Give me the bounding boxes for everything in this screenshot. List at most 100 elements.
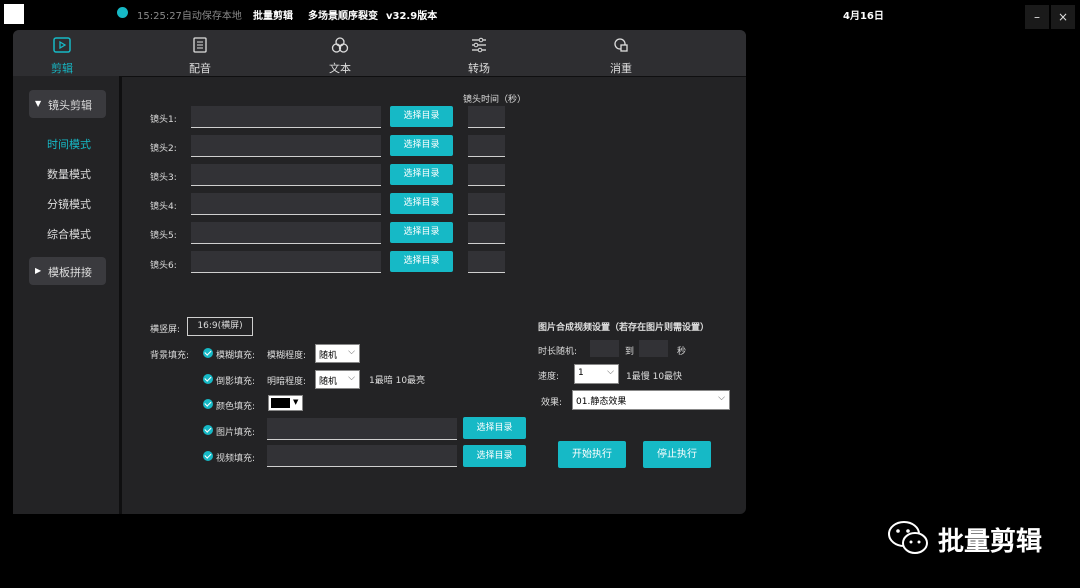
start-button[interactable]: 开始执行 bbox=[558, 441, 626, 468]
chevron-down-icon: ▼ bbox=[293, 398, 299, 406]
shot-path-input-4[interactable] bbox=[191, 193, 381, 215]
shot-label-3: 镜头3: bbox=[150, 173, 177, 183]
section-template-merge[interactable]: ▶ 模板拼接 bbox=[29, 257, 106, 285]
brightness-select[interactable]: 随机 ⌵ bbox=[315, 370, 360, 389]
shot-path-input-6[interactable] bbox=[191, 251, 381, 273]
shape-icon bbox=[614, 38, 628, 52]
duration-to-label: 到 bbox=[625, 347, 635, 357]
shot-label-6: 镜头6: bbox=[150, 261, 177, 271]
shot-path-input-1[interactable] bbox=[191, 106, 381, 128]
video-fill-label: 视频填充: bbox=[216, 454, 256, 464]
shot-label-4: 镜头4: bbox=[150, 202, 177, 212]
speed-label: 速度: bbox=[538, 372, 560, 382]
section-shot-edit[interactable]: ▼ 镜头剪辑 bbox=[29, 90, 106, 118]
shot-path-input-3[interactable] bbox=[191, 164, 381, 186]
effect-select[interactable]: 01.静态效果 ⌵ bbox=[572, 390, 730, 410]
shot-time-input-4[interactable] bbox=[468, 193, 505, 215]
tab-text[interactable]: 文本 bbox=[310, 30, 370, 76]
blur-fill-checkbox[interactable] bbox=[203, 348, 213, 358]
triangle-right-icon: ▶ bbox=[35, 266, 42, 275]
date-label: 4月16日 bbox=[843, 11, 884, 22]
color-fill-label: 颜色填充: bbox=[216, 402, 256, 412]
play-square-icon bbox=[53, 37, 71, 53]
chevron-down-icon: ⌵ bbox=[607, 367, 614, 377]
top-nav: 剪辑 配音 文本 转场 消重 bbox=[13, 30, 746, 76]
shot-label-1: 镜头1: bbox=[150, 115, 177, 125]
tab-label: 文本 bbox=[329, 62, 351, 75]
duration-sec-label: 秒 bbox=[677, 347, 687, 357]
minimize-button[interactable]: – bbox=[1025, 5, 1049, 29]
stop-button[interactable]: 停止执行 bbox=[643, 441, 711, 468]
speed-select[interactable]: 1 ⌵ bbox=[574, 364, 619, 384]
color-fill-checkbox[interactable] bbox=[203, 399, 213, 409]
shot-time-input-5[interactable] bbox=[468, 222, 505, 244]
shot-label-2: 镜头2: bbox=[150, 144, 177, 154]
tab-label: 消重 bbox=[610, 62, 632, 75]
shot-time-header: 镜头时间（秒） bbox=[463, 95, 527, 105]
color-swatch bbox=[271, 398, 290, 408]
shot-path-input-5[interactable] bbox=[191, 222, 381, 244]
shot-time-input-6[interactable] bbox=[468, 251, 505, 273]
shot-time-input-2[interactable] bbox=[468, 135, 505, 157]
speed-hint: 1最慢 10最快 bbox=[626, 372, 683, 382]
color-picker[interactable]: ▼ bbox=[268, 395, 303, 411]
duration-label: 时长随机: bbox=[538, 347, 578, 357]
blur-degree-select[interactable]: 随机 ⌵ bbox=[315, 344, 360, 363]
brightness-hint: 1最暗 10最亮 bbox=[369, 376, 426, 386]
video-fill-checkbox[interactable] bbox=[203, 451, 213, 461]
chevron-down-icon: ⌵ bbox=[348, 347, 355, 357]
sidebar-item-time-mode[interactable]: 时间模式 bbox=[47, 136, 91, 152]
chevron-down-icon: ⌵ bbox=[348, 373, 355, 383]
chevron-down-icon: ⌵ bbox=[718, 393, 725, 403]
image-video-title: 图片合成视频设置（若存在图片则需设置） bbox=[538, 323, 710, 333]
video-fill-path-input[interactable] bbox=[267, 445, 457, 467]
image-fill-checkbox[interactable] bbox=[203, 425, 213, 435]
shot-time-input-3[interactable] bbox=[468, 164, 505, 186]
brightness-label: 明暗程度: bbox=[267, 377, 307, 387]
image-fill-path-input[interactable] bbox=[267, 418, 457, 440]
screen-label: 横竖屏: bbox=[150, 325, 181, 335]
feature-name: 多场景顺序裂变 bbox=[308, 11, 378, 22]
shot-choose-dir-button-6[interactable]: 选择目录 bbox=[390, 251, 453, 272]
select-value: 随机 bbox=[319, 351, 338, 361]
shot-choose-dir-button-4[interactable]: 选择目录 bbox=[390, 193, 453, 214]
tab-transition[interactable]: 转场 bbox=[449, 30, 509, 76]
version-label: v32.9版本 bbox=[386, 11, 438, 22]
shot-path-input-2[interactable] bbox=[191, 135, 381, 157]
tab-edit[interactable]: 剪辑 bbox=[32, 30, 92, 76]
sidebar-item-storyboard-mode[interactable]: 分镜模式 bbox=[47, 196, 91, 212]
tab-label: 剪辑 bbox=[51, 62, 73, 75]
close-button[interactable]: × bbox=[1051, 5, 1075, 29]
effect-label: 效果: bbox=[541, 398, 563, 408]
tab-label: 配音 bbox=[189, 62, 211, 75]
tab-dubbing[interactable]: 配音 bbox=[170, 30, 230, 76]
sidebar-divider bbox=[119, 76, 122, 514]
reflection-fill-label: 倒影填充: bbox=[216, 377, 256, 387]
document-icon bbox=[193, 37, 207, 53]
save-status-text: 15:25:27自动保存本地 bbox=[137, 11, 242, 22]
screen-select[interactable]: 16:9(横屏) bbox=[187, 317, 253, 336]
triangle-down-icon: ▼ bbox=[35, 99, 42, 108]
select-value: 01.静态效果 bbox=[576, 397, 627, 407]
duration-from-input[interactable] bbox=[590, 340, 619, 357]
nav-divider bbox=[122, 76, 746, 77]
shot-choose-dir-button-5[interactable]: 选择目录 bbox=[390, 222, 453, 243]
tab-dedupe[interactable]: 消重 bbox=[591, 30, 651, 76]
sidebar-item-combined-mode[interactable]: 综合模式 bbox=[47, 226, 91, 242]
sidebar-item-count-mode[interactable]: 数量模式 bbox=[47, 166, 91, 182]
sliders-icon bbox=[472, 37, 486, 53]
blur-degree-label: 模糊程度: bbox=[267, 351, 307, 361]
shot-time-input-1[interactable] bbox=[468, 106, 505, 128]
image-fill-choose-dir-button[interactable]: 选择目录 bbox=[463, 417, 526, 439]
video-fill-choose-dir-button[interactable]: 选择目录 bbox=[463, 445, 526, 467]
reflection-fill-checkbox[interactable] bbox=[203, 374, 213, 384]
shot-label-5: 镜头5: bbox=[150, 231, 177, 241]
shot-choose-dir-button-1[interactable]: 选择目录 bbox=[390, 106, 453, 127]
shot-choose-dir-button-3[interactable]: 选择目录 bbox=[390, 164, 453, 185]
shot-choose-dir-button-2[interactable]: 选择目录 bbox=[390, 135, 453, 156]
section-label: 模板拼接 bbox=[48, 266, 92, 279]
wechat-logo-icon bbox=[886, 518, 932, 558]
duration-to-input[interactable] bbox=[639, 340, 668, 357]
app-logo bbox=[4, 4, 24, 24]
background-fill-label: 背景填充: bbox=[150, 351, 190, 361]
